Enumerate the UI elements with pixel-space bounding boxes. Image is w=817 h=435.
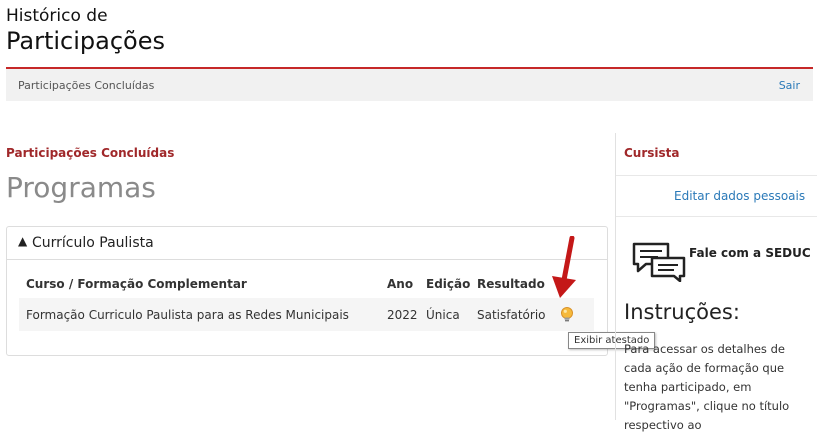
column-header-edition: Edição — [426, 277, 471, 291]
page-title-line2: Participações — [6, 27, 165, 55]
page-title-line1: Histórico de — [6, 6, 108, 26]
column-header-year: Ano — [387, 277, 414, 291]
cell-result: Satisfatório — [477, 308, 546, 322]
edit-personal-data-link[interactable]: Editar dados pessoais — [674, 189, 805, 203]
logout-link[interactable]: Sair — [779, 79, 800, 92]
lightbulb-icon[interactable] — [559, 306, 575, 324]
column-header-course: Curso / Formação Complementar — [26, 277, 247, 291]
cell-course: Formação Curriculo Paulista para as Rede… — [26, 308, 349, 322]
sidebar-section-label: Cursista — [624, 146, 680, 160]
red-arrow-annotation — [552, 236, 576, 298]
cell-year: 2022 — [387, 308, 418, 322]
sub-navigation-bar: Participações Concluídas Sair — [6, 69, 813, 101]
program-title[interactable]: Currículo Paulista — [32, 235, 154, 251]
program-panel-header[interactable]: ▲ Currículo Paulista — [7, 227, 607, 260]
breadcrumb[interactable]: Participações Concluídas — [18, 79, 154, 92]
table-row: Formação Curriculo Paulista para as Rede… — [19, 298, 594, 331]
contact-seduc-link[interactable]: Fale com a SEDUC — [689, 246, 811, 260]
section-label: Participações Concluídas — [6, 146, 175, 160]
cell-edition: Única — [426, 308, 460, 322]
instructions-title: Instruções: — [624, 300, 740, 324]
caret-up-icon[interactable]: ▲ — [18, 234, 27, 248]
instructions-text: Para acessar os detalhes de cada ação de… — [624, 342, 790, 432]
programs-heading: Programas — [6, 171, 156, 204]
program-panel: ▲ Currículo Paulista Curso / Formação Co… — [6, 226, 608, 356]
column-header-result: Resultado — [477, 277, 545, 291]
chat-bubbles-icon[interactable] — [630, 240, 688, 282]
